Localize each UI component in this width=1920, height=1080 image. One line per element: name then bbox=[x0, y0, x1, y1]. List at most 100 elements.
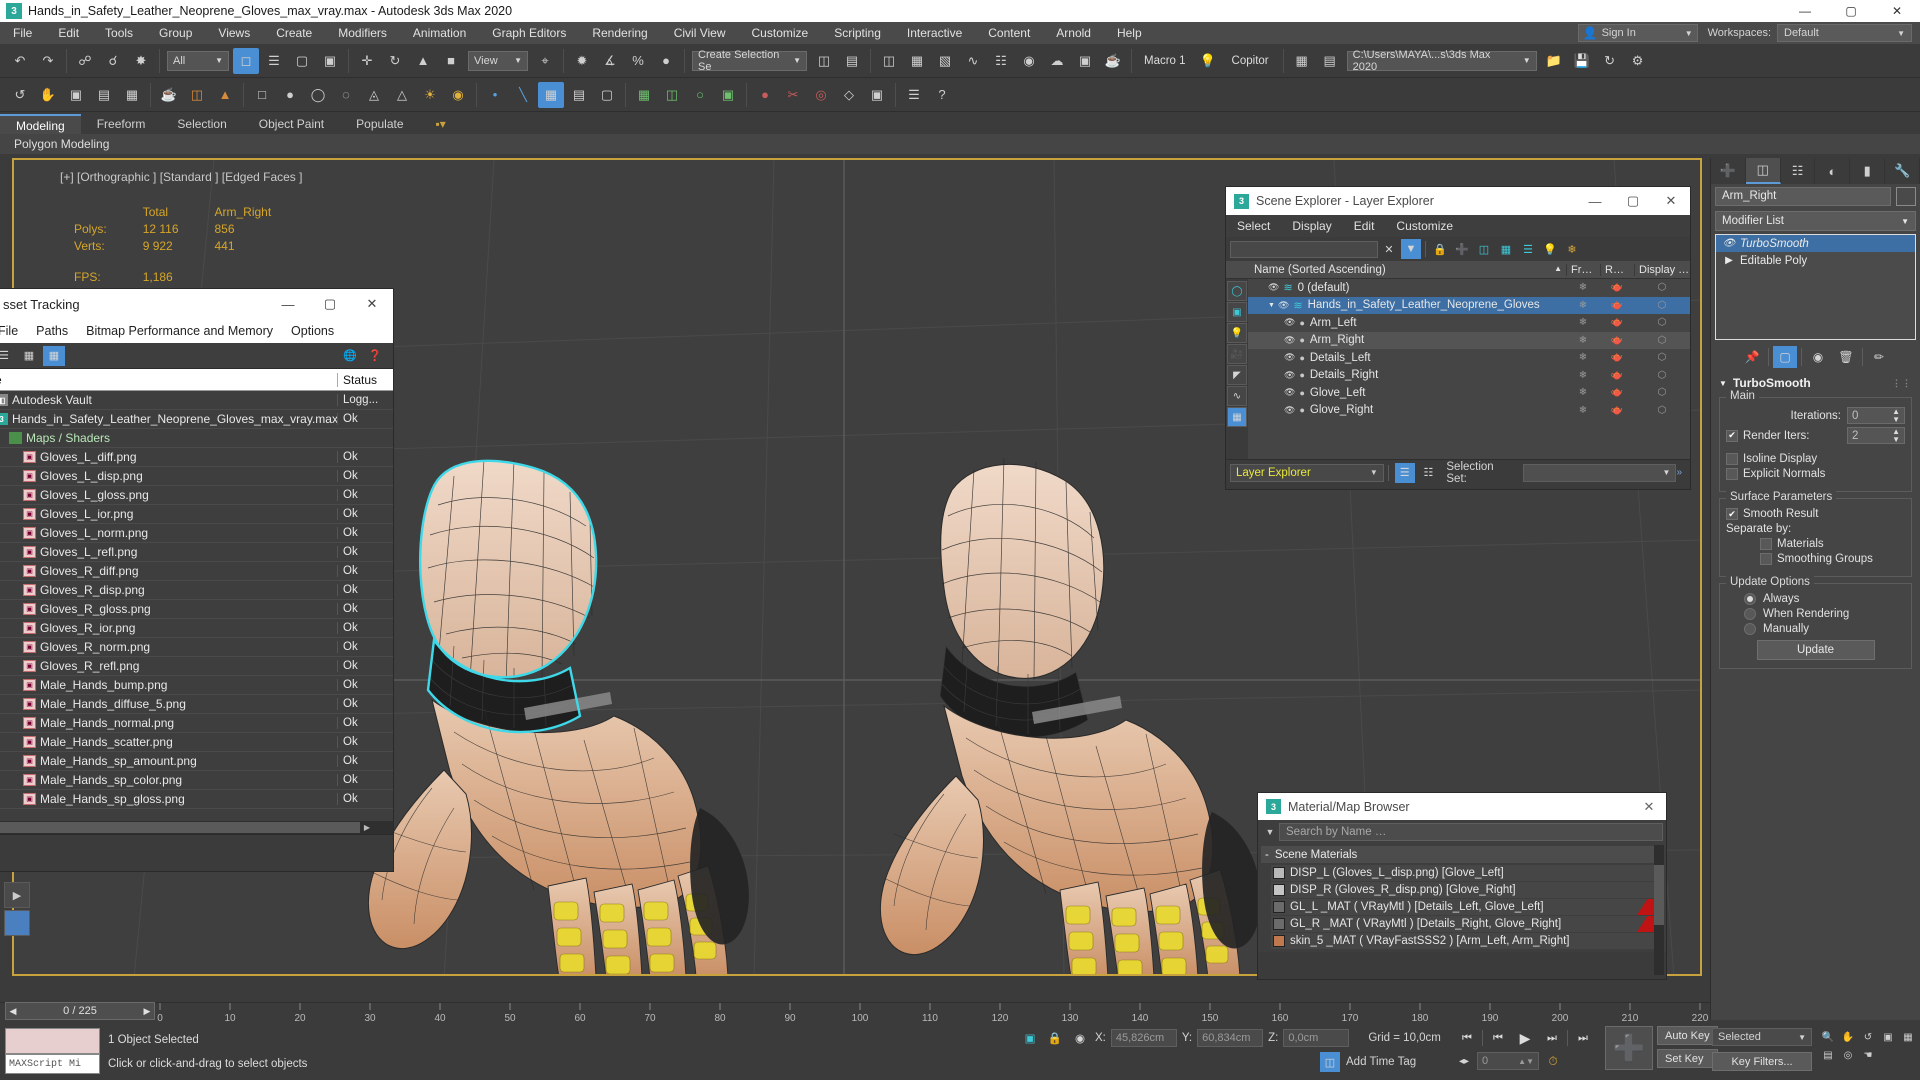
freeze-toggle-icon[interactable]: ❄ bbox=[1566, 352, 1600, 363]
update-always-radio[interactable] bbox=[1744, 593, 1756, 605]
redo-icon[interactable]: ↷ bbox=[35, 48, 61, 74]
show-end-result-icon[interactable]: ▢ bbox=[1773, 346, 1797, 368]
pin-stack-icon[interactable]: 📌 bbox=[1740, 346, 1764, 368]
zoom-extents-all-icon[interactable]: ▤ bbox=[1818, 1046, 1838, 1064]
absolute-relative-icon[interactable]: ◉ bbox=[1070, 1028, 1090, 1048]
eye-icon[interactable]: 👁 bbox=[1268, 282, 1279, 293]
curve-editor-icon[interactable]: ∿ bbox=[960, 48, 986, 74]
maximize-viewport-toggle-icon[interactable]: ▣ bbox=[1878, 1028, 1898, 1046]
ribbon-tab-populate[interactable]: Populate bbox=[340, 114, 419, 134]
asset-row[interactable]: ▣ Gloves_L_refl.png Ok bbox=[0, 543, 393, 562]
reference-coord-dropdown[interactable]: View ▼ bbox=[468, 50, 528, 71]
asset-row[interactable]: ▣ Male_Hands_sp_amount.png Ok bbox=[0, 752, 393, 771]
shell-icon[interactable]: ▣ bbox=[715, 82, 741, 108]
display-mode-icon[interactable]: ⬡ bbox=[1634, 370, 1690, 381]
cut-icon[interactable]: ✂ bbox=[780, 82, 806, 108]
ribbon-tab-freeform[interactable]: Freeform bbox=[81, 114, 162, 134]
modifier-stack[interactable]: 👁 TurboSmooth ▶ Editable Poly bbox=[1715, 234, 1916, 340]
arc-rotate-icon[interactable]: ↺ bbox=[7, 82, 33, 108]
scene-explorer-search-input[interactable] bbox=[1230, 240, 1378, 258]
smoothing-groups-checkbox[interactable] bbox=[1760, 553, 1772, 565]
renderable-toggle-icon[interactable]: 🫖 bbox=[1600, 370, 1634, 381]
freeze-toggle-icon[interactable]: ❄ bbox=[1566, 370, 1600, 381]
asset-row[interactable]: ▣ Gloves_R_norm.png Ok bbox=[0, 638, 393, 657]
material-browser-scrollbar[interactable] bbox=[1654, 845, 1664, 975]
maximize-icon[interactable]: ▢ bbox=[1614, 187, 1652, 215]
remove-modifier-icon[interactable]: 🗑 bbox=[1834, 346, 1858, 368]
renderable-toggle-icon[interactable]: 🫖 bbox=[1600, 282, 1634, 293]
display-mode-icon[interactable]: ⬡ bbox=[1634, 317, 1690, 328]
current-frame-input[interactable]: 0 ▲▼ bbox=[1477, 1052, 1539, 1070]
spinner-arrows-icon[interactable]: ▲▼ bbox=[1518, 1057, 1534, 1066]
spinner-arrows-icon[interactable]: ▲▼ bbox=[1892, 407, 1900, 424]
scene-explorer-row[interactable]: 👁 ● Glove_Left ❄ 🫖 ⬡ bbox=[1248, 384, 1690, 402]
asset-horizontal-scrollbar[interactable]: ▶ bbox=[0, 821, 393, 834]
go-to-start-icon[interactable]: ⏮ bbox=[1455, 1028, 1479, 1048]
scene-explorer-row[interactable]: 👁 ● Glove_Right ❄ 🫖 ⬡ bbox=[1248, 402, 1690, 420]
make-unique-icon[interactable]: ◉ bbox=[1806, 346, 1830, 368]
tab-motion[interactable]: ◐ bbox=[1815, 158, 1851, 184]
scene-explorer-row[interactable]: 👁 ● Arm_Right ❄ 🫖 ⬡ bbox=[1248, 331, 1690, 349]
select-rotate-icon[interactable]: ↻ bbox=[382, 48, 408, 74]
eye-icon[interactable]: 👁 bbox=[1284, 352, 1295, 363]
sunlight-icon[interactable]: ☀ bbox=[417, 82, 443, 108]
freeze-toggle-icon[interactable]: ❄ bbox=[1566, 335, 1600, 346]
scene-explorer-icon[interactable]: ▦ bbox=[904, 48, 930, 74]
render-setup-icon[interactable]: ☁ bbox=[1044, 48, 1070, 74]
configure-modifier-sets-icon[interactable]: ✏ bbox=[1867, 346, 1891, 368]
go-to-end-icon[interactable]: ⏭ bbox=[1571, 1028, 1595, 1048]
isoline-row[interactable]: Isoline Display bbox=[1726, 453, 1905, 465]
scene-explorer-row[interactable]: 👁 ● Details_Left ❄ 🫖 ⬡ bbox=[1248, 349, 1690, 367]
asset-row[interactable]: ▣ Male_Hands_scatter.png Ok bbox=[0, 733, 393, 752]
align-icon[interactable]: ▤ bbox=[839, 48, 865, 74]
scene-explorer-rows[interactable]: 👁 ≋ 0 (default) ❄ 🫖 ⬡ ▼ 👁 ≋ Hands_in_Safety_Leath… bbox=[1248, 279, 1690, 459]
renderable-toggle-icon[interactable]: 🫖 bbox=[1600, 335, 1634, 346]
sphere-icon[interactable]: ● bbox=[277, 82, 303, 108]
explicit-normals-row[interactable]: Explicit Normals bbox=[1726, 468, 1905, 480]
previous-frame-icon[interactable]: ⏮ bbox=[1486, 1028, 1510, 1048]
uvw-unwrap-icon[interactable]: ▦ bbox=[631, 82, 657, 108]
pyramid-icon[interactable]: △ bbox=[389, 82, 415, 108]
set-key-big-button[interactable]: ➕ bbox=[1605, 1026, 1653, 1070]
zoom-icon[interactable]: 🔍 bbox=[1818, 1028, 1838, 1046]
element-sub-icon[interactable]: ▤ bbox=[566, 82, 592, 108]
window-crossing-icon[interactable]: ▣ bbox=[317, 48, 343, 74]
sx-menu-edit[interactable]: Edit bbox=[1343, 219, 1386, 233]
display-mode-icon[interactable]: ⬡ bbox=[1634, 335, 1690, 346]
minimize-icon[interactable]: — bbox=[267, 289, 309, 319]
expand-collapse-icon[interactable]: ▼ bbox=[1268, 302, 1275, 309]
material-list-item[interactable]: DISP_L (Gloves_L_disp.png) [Glove_Left] bbox=[1271, 865, 1663, 881]
bind-space-warp-icon[interactable]: ✸ bbox=[128, 48, 154, 74]
select-layer-children-icon[interactable]: ▦ bbox=[1496, 239, 1516, 259]
cameras-filter-icon[interactable]: 🎥 bbox=[1227, 344, 1247, 364]
chamfer-icon[interactable]: ◇ bbox=[836, 82, 862, 108]
display-mode-icon[interactable]: ⬡ bbox=[1634, 282, 1690, 293]
asset-menu-paths[interactable]: Paths bbox=[27, 324, 77, 338]
update-when-rendering-radio[interactable] bbox=[1744, 608, 1756, 620]
key-mode-icon[interactable]: ◂▸ bbox=[1455, 1056, 1473, 1067]
box-primitive-icon[interactable]: ◫ bbox=[184, 82, 210, 108]
refresh-icon[interactable]: ↻ bbox=[1597, 48, 1623, 74]
time-tag-icon[interactable]: ◫ bbox=[1320, 1052, 1340, 1072]
timeline-track-bar[interactable]: 0 10 20 30 40 50 60 70 80 90 100 110 120 130 140 150 160… bbox=[0, 1002, 1710, 1024]
render-frame-icon[interactable]: ▣ bbox=[1072, 48, 1098, 74]
use-pivot-center-icon[interactable]: ⌖ bbox=[532, 48, 558, 74]
schematic-view-icon[interactable]: ☷ bbox=[988, 48, 1014, 74]
display-mode-icon[interactable]: ⬡ bbox=[1634, 405, 1690, 416]
explicit-normals-checkbox[interactable] bbox=[1726, 468, 1738, 480]
grid-view-icon[interactable]: ▦ bbox=[43, 345, 65, 366]
maximize-icon[interactable]: ▢ bbox=[1828, 0, 1874, 22]
walk-through-icon[interactable]: ☚ bbox=[1858, 1046, 1878, 1064]
menu-item-rendering[interactable]: Rendering bbox=[579, 22, 660, 44]
selection-filter-dropdown[interactable]: All ▼ bbox=[167, 50, 229, 71]
tab-modify[interactable]: ◫ bbox=[1745, 158, 1781, 184]
next-frame-icon[interactable]: ▶ bbox=[140, 1006, 154, 1017]
asset-row[interactable]: ▣ Gloves_L_norm.png Ok bbox=[0, 524, 393, 543]
select-move-icon[interactable]: ✛ bbox=[354, 48, 380, 74]
update-when-rendering-row[interactable]: When Rendering bbox=[1726, 608, 1905, 620]
column-render[interactable]: R… bbox=[1600, 263, 1634, 276]
open-folder-icon[interactable]: 📁 bbox=[1541, 48, 1567, 74]
asset-row[interactable]: ▣ Gloves_R_disp.png Ok bbox=[0, 581, 393, 600]
object-name-input[interactable]: Arm_Right bbox=[1715, 186, 1891, 206]
minimize-icon[interactable]: — bbox=[1782, 0, 1828, 22]
